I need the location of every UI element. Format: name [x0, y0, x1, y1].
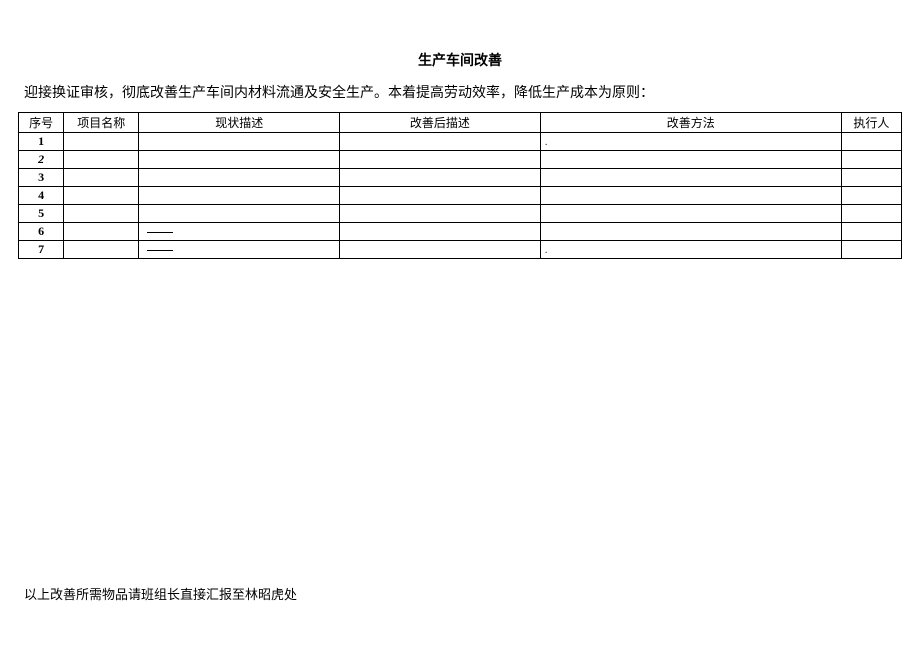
table-row: 4: [19, 187, 902, 205]
header-after: 改善后描述: [340, 113, 541, 133]
table-row: 1.: [19, 133, 902, 151]
cell-name: [64, 169, 139, 187]
cell-method: [540, 205, 841, 223]
cell-after: [340, 133, 541, 151]
cell-executor: [841, 241, 901, 259]
table-row: 7.: [19, 241, 902, 259]
cell-seq: 1: [19, 133, 64, 151]
cell-seq: 5: [19, 205, 64, 223]
cell-current: [139, 133, 340, 151]
cell-current: [139, 187, 340, 205]
cell-after: [340, 223, 541, 241]
cell-executor: [841, 151, 901, 169]
cell-current: [139, 205, 340, 223]
cell-after: [340, 151, 541, 169]
table-row: 3: [19, 169, 902, 187]
improvement-table: 序号 项目名称 现状描述 改善后描述 改善方法 执行人 1.234567.: [18, 112, 902, 259]
cell-name: [64, 133, 139, 151]
cell-method: [540, 223, 841, 241]
cell-name: [64, 241, 139, 259]
cell-name: [64, 151, 139, 169]
header-current: 现状描述: [139, 113, 340, 133]
header-executor: 执行人: [841, 113, 901, 133]
cell-executor: [841, 205, 901, 223]
header-method: 改善方法: [540, 113, 841, 133]
cell-name: [64, 223, 139, 241]
cell-current: [139, 223, 340, 241]
cell-seq: 7: [19, 241, 64, 259]
cell-method: [540, 187, 841, 205]
header-seq: 序号: [19, 113, 64, 133]
cell-seq: 6: [19, 223, 64, 241]
table-header-row: 序号 项目名称 现状描述 改善后描述 改善方法 执行人: [19, 113, 902, 133]
cell-after: [340, 205, 541, 223]
cell-seq: 3: [19, 169, 64, 187]
cell-name: [64, 187, 139, 205]
cell-executor: [841, 223, 901, 241]
table-row: 5: [19, 205, 902, 223]
header-name: 项目名称: [64, 113, 139, 133]
cell-executor: [841, 133, 901, 151]
cell-executor: [841, 169, 901, 187]
cell-current: [139, 151, 340, 169]
cell-after: [340, 169, 541, 187]
cell-current: [139, 241, 340, 259]
cell-seq: 2: [19, 151, 64, 169]
cell-after: [340, 187, 541, 205]
cell-method: .: [540, 241, 841, 259]
cell-name: [64, 205, 139, 223]
table-row: 6: [19, 223, 902, 241]
cell-seq: 4: [19, 187, 64, 205]
cell-current: [139, 169, 340, 187]
cell-after: [340, 241, 541, 259]
footer-note: 以上改善所需物品请班组长直接汇报至林昭虎处: [24, 584, 297, 603]
table-row: 2: [19, 151, 902, 169]
page-title: 生产车间改善: [18, 0, 902, 82]
cell-method: .: [540, 133, 841, 151]
cell-method: [540, 151, 841, 169]
cell-method: [540, 169, 841, 187]
cell-executor: [841, 187, 901, 205]
intro-text: 迎接换证审核，彻底改善生产车间内材料流通及安全生产。本着提高劳动效率，降低生产成…: [18, 82, 902, 112]
